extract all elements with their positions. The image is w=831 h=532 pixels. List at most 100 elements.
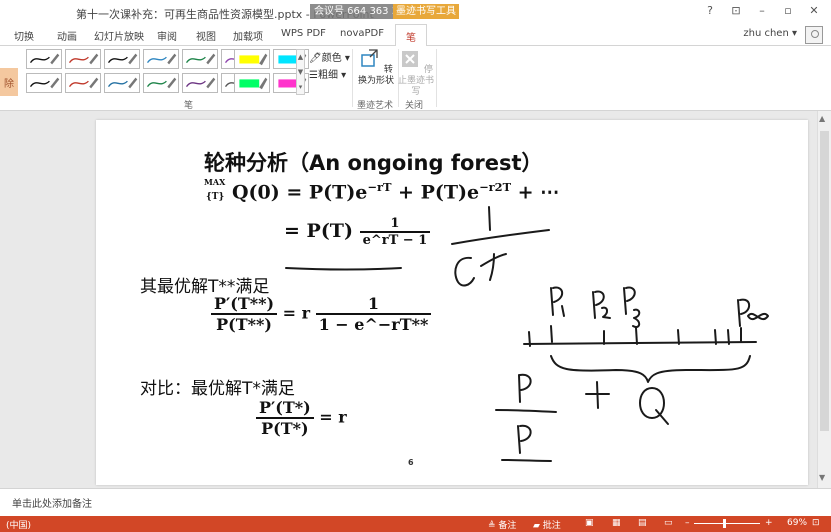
convert-to-shape-button[interactable]: 转换为形状 [356, 48, 396, 87]
convert-shape-icon [361, 49, 378, 67]
ink-digit-one [488, 206, 491, 231]
tab-review[interactable]: 审阅 [157, 28, 177, 43]
stop-inking-button[interactable]: 停止墨迹书写 [396, 48, 436, 98]
pen-swatch[interactable] [65, 49, 101, 69]
notes-pane[interactable]: 单击此处添加备注 [0, 488, 831, 516]
reading-view-icon[interactable]: ▤ [638, 518, 647, 528]
tab-slideshow[interactable]: 幻灯片放映 [94, 28, 144, 43]
ink-q [639, 387, 669, 425]
ink-fraction-bar [451, 229, 550, 245]
highlighter-icon [239, 53, 268, 66]
slide-sorter-icon[interactable]: ▦ [612, 518, 621, 528]
ink-p1 [550, 286, 565, 317]
pen-stroke-icon [107, 53, 138, 65]
highlighter-icon [239, 77, 268, 90]
scrollbar-thumb[interactable] [820, 131, 829, 431]
pen-weight-label: 粗细 ▾ [317, 70, 347, 81]
zoom-slider-thumb[interactable] [722, 519, 726, 528]
ink-p-denominator [517, 424, 532, 454]
ink-brace [550, 355, 751, 383]
pen-stroke-icon [107, 77, 138, 89]
language-indicator[interactable]: (中国) [6, 518, 31, 531]
tab-pens[interactable]: 笔 [395, 24, 427, 47]
scroll-down-icon[interactable]: ▼ [819, 473, 825, 482]
pen-swatch[interactable] [143, 73, 179, 93]
ribbon-tabs: 切换 动画 幻灯片放映 审阅 视图 加载项 WPS PDF novaPDF 笔 … [0, 24, 831, 47]
gallery-more-icon[interactable]: ▾ [297, 80, 304, 95]
pen-swatch[interactable] [182, 73, 218, 93]
vertical-scrollbar[interactable]: ▲ ▼ [817, 111, 831, 488]
pen-stroke-icon [29, 77, 60, 89]
line-weight-icon: ☰ [309, 70, 318, 81]
pen-swatch[interactable] [26, 49, 62, 69]
pen-swatch[interactable] [143, 49, 179, 69]
window-controls: ? ⊡ – ▫ ✕ [703, 4, 821, 17]
stop-inking-icon [402, 51, 419, 67]
zoom-level[interactable]: 69% [787, 518, 807, 528]
gallery-up-icon[interactable]: ▲ [297, 50, 304, 65]
notes-toggle-button[interactable]: ≜ 备注 [488, 518, 516, 531]
normal-view-icon[interactable]: ▣ [585, 518, 594, 528]
group-label-ink-art: 墨迹艺术 [357, 101, 394, 111]
zoom-in-button[interactable]: + [765, 518, 773, 528]
title-bar: 第十一次课补充：可再生商品性资源模型.pptx - PowerPoint 会议号… [0, 0, 831, 24]
pen-stroke-icon [29, 53, 60, 65]
slide-canvas[interactable]: 轮种分析（An ongoing forest） MAX {T} Q(0) = P… [96, 120, 808, 485]
group-divider [436, 49, 437, 107]
comments-toggle-button[interactable]: ▰ 批注 [533, 518, 561, 531]
restore-icon[interactable]: ▫ [781, 4, 795, 17]
pen-color-button[interactable]: 🖊颜色 ▾ [309, 49, 350, 64]
close-icon[interactable]: ✕ [807, 4, 821, 17]
pen-stroke-icon [185, 77, 216, 89]
tab-novapdf[interactable]: novaPDF [340, 28, 384, 39]
scroll-up-icon[interactable]: ▲ [819, 114, 825, 123]
ink-ratio-bar [495, 409, 557, 413]
pen-swatch[interactable] [104, 73, 140, 93]
status-bar: (中国) ≜ 备注 ▰ 批注 ▣ ▦ ▤ ▭ – + 69% ⊡ [0, 516, 831, 532]
pen-stroke-icon [146, 77, 177, 89]
help-icon[interactable]: ? [703, 4, 717, 17]
ink-p-infinity [737, 298, 769, 327]
tab-wps-pdf[interactable]: WPS PDF [281, 28, 326, 39]
avatar[interactable] [805, 26, 823, 44]
pen-stroke-icon [68, 77, 99, 89]
ink-tools-context-label: 墨迹书写工具 [393, 4, 459, 19]
pen-swatch[interactable] [26, 73, 62, 93]
ink-plus [585, 381, 610, 409]
ink-underline [285, 267, 402, 271]
pen-weight-button[interactable]: ☰粗细 ▾ [309, 66, 346, 81]
notes-placeholder[interactable]: 单击此处添加备注 [12, 495, 92, 510]
slideshow-icon[interactable]: ▭ [664, 518, 673, 528]
user-account[interactable]: zhu chen ▾ [743, 28, 797, 39]
tab-animations[interactable]: 动画 [57, 28, 77, 43]
group-divider [352, 49, 353, 107]
gallery-scroll[interactable]: ▲ ▼ ▾ [296, 49, 305, 95]
highlighter-swatch[interactable] [234, 73, 270, 93]
tab-transitions[interactable]: 切换 [14, 28, 34, 43]
slide-editor: 轮种分析（An ongoing forest） MAX {T} Q(0) = P… [0, 111, 831, 488]
ink-ratio-underline [501, 459, 552, 462]
highlighter-swatch[interactable] [234, 49, 270, 69]
zoom-out-button[interactable]: – [685, 518, 690, 528]
pen-swatch[interactable] [182, 49, 218, 69]
pen-stroke-icon [146, 53, 177, 65]
ink-denominator [454, 253, 507, 287]
ribbon-pens: 除 ▲ ▼ ▾ 🖊颜色 ▾ ☰粗细 ▾ 转换为形状 停止墨迹书写 笔 墨迹艺术 … [0, 46, 831, 111]
zoom-slider[interactable] [694, 523, 760, 524]
fit-slide-icon[interactable]: ⊡ [812, 518, 820, 528]
pen-color-icon: 🖊 [309, 53, 322, 64]
pen-gallery [26, 49, 309, 95]
tab-view[interactable]: 视图 [196, 28, 216, 43]
minimize-icon[interactable]: – [755, 4, 769, 17]
eraser-button[interactable]: 除 [0, 68, 18, 96]
pen-swatch[interactable] [104, 49, 140, 69]
group-label-close: 关闭 [405, 101, 424, 111]
tab-addins[interactable]: 加载项 [233, 28, 263, 43]
ink-p2 [592, 290, 611, 319]
pen-swatch[interactable] [65, 73, 101, 93]
handwritten-ink-annotations [285, 206, 769, 462]
gallery-down-icon[interactable]: ▼ [297, 65, 304, 80]
pen-color-label: 颜色 ▾ [321, 53, 350, 64]
ribbon-display-icon[interactable]: ⊡ [729, 4, 743, 17]
pen-stroke-icon [185, 53, 216, 65]
